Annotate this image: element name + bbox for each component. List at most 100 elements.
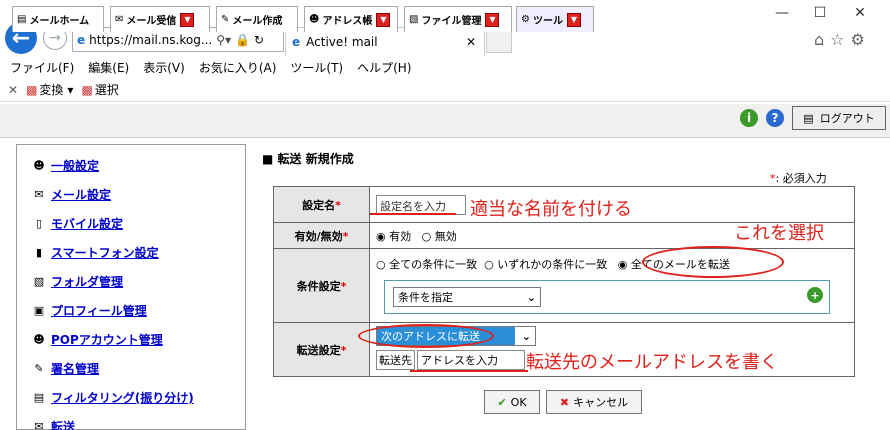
fwd-select-oval bbox=[358, 324, 494, 348]
menu-tools[interactable]: ツール(T) bbox=[290, 59, 343, 76]
ie-tab-icon: e bbox=[292, 35, 301, 49]
chevron-down-icon: ⌄ bbox=[521, 329, 531, 343]
fwd-label-cell: 転送設定* bbox=[273, 322, 370, 377]
maximize-button[interactable]: ☐ bbox=[808, 4, 832, 22]
annotation-select: これを選択 bbox=[734, 223, 824, 244]
tab-tools[interactable]: ⚙ ツール ▼ bbox=[516, 6, 594, 32]
home-icon[interactable]: ⌂ bbox=[814, 30, 830, 49]
menu-file[interactable]: ファイル(F) bbox=[10, 59, 74, 76]
sidebar-item-general[interactable]: ☻ 一般設定 bbox=[17, 151, 245, 180]
pen-icon: ✎ bbox=[34, 361, 44, 375]
info-icon[interactable]: i bbox=[740, 109, 758, 127]
menu-edit[interactable]: 編集(E) bbox=[88, 59, 129, 76]
sidebar: ☻ 一般設定 ✉ メール設定 ▯ モバイル設定 ▮ スマートフォン設定 ▧ フォルダ管理 … bbox=[16, 144, 246, 430]
menu-bar: ファイル(F) 編集(E) 表示(V) お気に入り(A) ツール(T) ヘルプ(… bbox=[0, 56, 890, 78]
compose-icon: ✎ bbox=[221, 14, 230, 25]
cond-box: 条件を指定 ⌄ + bbox=[384, 280, 830, 314]
dropdown-icon[interactable]: ▼ bbox=[376, 12, 391, 27]
tab-address-book[interactable]: ☻ アドレス帳 ▼ bbox=[304, 6, 398, 32]
tab-title: Active! mail bbox=[306, 35, 378, 49]
radio-cond-allmail[interactable]: ◉ bbox=[618, 258, 628, 271]
search-dropdown-icon[interactable]: ⚲▾ bbox=[216, 33, 231, 47]
tab-mail-home[interactable]: ▤ メールホーム bbox=[12, 6, 104, 32]
contacts-icon: ☻ bbox=[309, 14, 320, 25]
help-icon[interactable]: ? bbox=[766, 109, 784, 127]
sidebar-item-smartphone[interactable]: ▮ スマートフォン設定 bbox=[17, 238, 245, 267]
menu-favorites[interactable]: お気に入り(A) bbox=[199, 59, 277, 76]
annotation-address: 転送先のメールアドレスを書く bbox=[526, 352, 778, 373]
close-icon[interactable]: ✕ bbox=[466, 35, 476, 49]
minimize-button[interactable]: — bbox=[770, 4, 794, 22]
browser-icons: ⌂☆⚙ bbox=[814, 30, 871, 49]
square-icon: ■ bbox=[262, 152, 278, 166]
account-icon: ☻ bbox=[33, 332, 45, 346]
smartphone-icon: ▮ bbox=[35, 245, 43, 259]
ok-button[interactable]: ✔ OK bbox=[484, 390, 540, 414]
check-icon: ✔ bbox=[497, 395, 507, 409]
close-icon[interactable]: ✕ bbox=[8, 83, 18, 97]
translate-icon: ▩ bbox=[26, 82, 38, 97]
name-input[interactable]: 設定名を入力 bbox=[376, 194, 466, 215]
folder-icon: ▧ bbox=[409, 14, 419, 25]
lock-icon: 🔒 bbox=[235, 32, 251, 47]
select-button[interactable]: 選択 bbox=[95, 81, 119, 98]
fwd-address-input[interactable]: アドレスを入力 bbox=[417, 350, 525, 370]
annotation-name: 適当な名前を付ける bbox=[470, 199, 632, 220]
gear-icon[interactable]: ⚙ bbox=[851, 30, 871, 49]
forward-arrow-icon: → bbox=[49, 30, 61, 46]
cond-label-cell: 条件設定* bbox=[273, 248, 370, 323]
home-icon: ▤ bbox=[17, 14, 27, 25]
radio-enable-off[interactable]: ○ bbox=[422, 230, 432, 243]
cancel-icon: ✖ bbox=[559, 395, 570, 409]
convert-button[interactable]: 変換 bbox=[39, 81, 63, 98]
radio-enable-on[interactable]: ◉ bbox=[376, 230, 386, 243]
sidebar-item-folder[interactable]: ▧ フォルダ管理 bbox=[17, 267, 245, 296]
sidebar-item-pop[interactable]: ☻ POPアカウント管理 bbox=[17, 325, 245, 354]
allmail-oval bbox=[642, 246, 784, 278]
menu-help[interactable]: ヘルプ(H) bbox=[357, 59, 411, 76]
chevron-down-icon[interactable]: ▾ bbox=[67, 83, 73, 97]
tab-mail-compose[interactable]: ✎ メール作成 bbox=[216, 6, 298, 32]
name-underline bbox=[370, 213, 456, 215]
cond-select[interactable]: 条件を指定 ⌄ bbox=[393, 287, 541, 307]
address-underline bbox=[410, 370, 528, 372]
sidebar-item-signature[interactable]: ✎ 署名管理 bbox=[17, 354, 245, 383]
enable-label-cell: 有効/無効* bbox=[273, 222, 370, 249]
logout-icon: ▤ bbox=[803, 111, 814, 125]
gear-icon: ⚙ bbox=[521, 14, 530, 25]
add-condition-icon[interactable]: + bbox=[807, 287, 823, 303]
sidebar-item-forward[interactable]: ✉ 転送 bbox=[17, 412, 245, 430]
filter-icon: ▤ bbox=[33, 390, 45, 404]
cancel-button[interactable]: ✖ キャンセル bbox=[546, 390, 642, 414]
sidebar-item-mail[interactable]: ✉ メール設定 bbox=[17, 180, 245, 209]
required-note: *: 必須入力 bbox=[770, 172, 827, 185]
radio-cond-all[interactable]: ○ bbox=[376, 258, 386, 271]
tab-mail-receive[interactable]: ✉ メール受信 ▼ bbox=[110, 6, 210, 32]
refresh-icon[interactable]: ↻ bbox=[254, 33, 264, 47]
select-icon: ▩ bbox=[81, 82, 93, 97]
mail-icon: ✉ bbox=[34, 187, 44, 201]
sidebar-item-filtering[interactable]: ▤ フィルタリング(振り分け) bbox=[17, 383, 245, 412]
inbox-icon: ✉ bbox=[115, 14, 124, 25]
chevron-down-icon: ⌄ bbox=[526, 290, 536, 304]
folder-icon: ▧ bbox=[33, 274, 45, 288]
dropdown-icon[interactable]: ▼ bbox=[566, 12, 581, 27]
address-url: https://mail.ns.kog... bbox=[89, 32, 213, 47]
tab-file-manager[interactable]: ▧ ファイル管理 ▼ bbox=[404, 6, 512, 32]
star-icon[interactable]: ☆ bbox=[830, 30, 850, 49]
command-bar: ✕ ▩ 変換 ▾ ▩ 選択 bbox=[0, 78, 890, 102]
dropdown-icon[interactable]: ▼ bbox=[180, 12, 195, 27]
sidebar-item-profile[interactable]: ▣ プロフィール管理 bbox=[17, 296, 245, 325]
user-icon: ☻ bbox=[33, 158, 45, 172]
radio-cond-any[interactable]: ○ bbox=[484, 258, 494, 271]
name-label-cell: 設定名* bbox=[273, 186, 370, 223]
ie-icon: e bbox=[77, 32, 86, 47]
dropdown-icon[interactable]: ▼ bbox=[485, 12, 500, 27]
profile-icon: ▣ bbox=[33, 303, 45, 317]
logout-button[interactable]: ▤ ログアウト bbox=[792, 106, 886, 130]
sidebar-item-mobile[interactable]: ▯ モバイル設定 bbox=[17, 209, 245, 238]
page-title: ■ 転送 新規作成 bbox=[262, 152, 354, 166]
menu-view[interactable]: 表示(V) bbox=[143, 59, 185, 76]
window-close-button[interactable]: ✕ bbox=[848, 4, 872, 22]
forward-icon: ✉ bbox=[34, 419, 44, 430]
